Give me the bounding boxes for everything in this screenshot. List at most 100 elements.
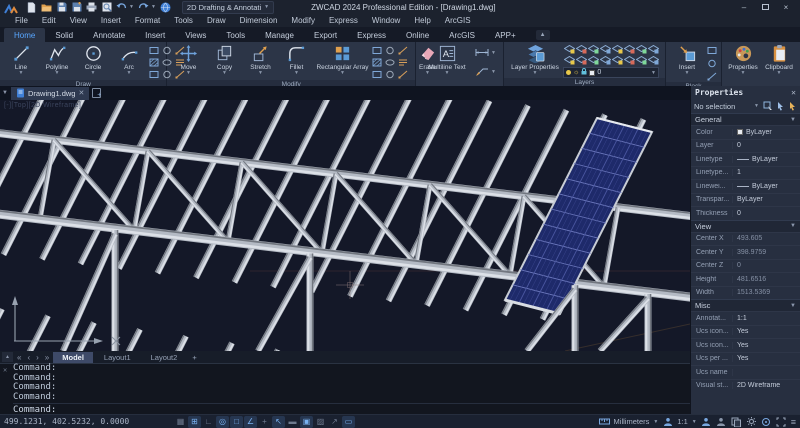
layer-dropdown[interactable]: ☼ 0 ▼ <box>563 67 659 78</box>
grid-toggle[interactable]: ▦ <box>174 416 187 428</box>
modify-tool-icon[interactable] <box>396 56 409 68</box>
layer-tool-icon[interactable] <box>623 44 635 55</box>
rectangular-array-button[interactable]: Rectangular Array▼ <box>314 43 370 76</box>
stretch-button[interactable]: Stretch▼ <box>242 43 278 76</box>
selection-dropdown[interactable]: No selection <box>694 102 735 111</box>
block-edit-icon[interactable] <box>705 44 718 56</box>
ribbon-tab-annotate[interactable]: Annotate <box>83 28 135 42</box>
modify-tool-icon[interactable] <box>383 44 396 56</box>
leader-row[interactable]: ▼ <box>475 63 496 81</box>
first-tab-icon[interactable]: « <box>15 353 23 362</box>
property-value[interactable]: ByLayer <box>733 129 800 136</box>
layout-tab-model[interactable]: Model <box>53 352 93 363</box>
ribbon-tab-views[interactable]: Views <box>175 28 216 42</box>
property-value[interactable]: Yes <box>733 342 800 349</box>
undo-icon[interactable] <box>116 2 127 13</box>
layer-tool-icon[interactable] <box>611 55 623 66</box>
doc-tab-menu-icon[interactable]: ▼ <box>2 90 8 96</box>
properties-button[interactable]: Properties▼ <box>725 43 761 76</box>
menu-window[interactable]: Window <box>365 16 407 25</box>
close-icon[interactable]: ✕ <box>791 88 796 97</box>
esnap-toggle[interactable]: □ <box>230 416 243 428</box>
new-document-icon[interactable] <box>92 88 101 98</box>
lineweight-toggle[interactable]: ▬ <box>286 416 299 428</box>
annotation-scale-value[interactable]: 1:1 <box>677 417 687 426</box>
cursor-toggle[interactable]: ↖ <box>272 416 285 428</box>
modify-tool-icon[interactable] <box>396 68 409 80</box>
last-tab-icon[interactable]: » <box>43 353 51 362</box>
section-header-misc[interactable]: Misc▼ <box>691 299 800 311</box>
menu-edit[interactable]: Edit <box>35 16 63 25</box>
menu-view[interactable]: View <box>63 16 94 25</box>
ribbon-tab-home[interactable]: Home <box>4 28 45 42</box>
modify-tool-icon[interactable] <box>370 44 383 56</box>
status-menu-icon[interactable]: ≡ <box>791 417 796 427</box>
dyn-input-toggle[interactable]: + <box>258 416 271 428</box>
select-objects-icon[interactable] <box>775 101 785 111</box>
property-value[interactable]: ByLayer <box>733 183 800 190</box>
draw-tool-icon[interactable] <box>147 56 160 68</box>
property-value[interactable]: 0 <box>733 142 800 149</box>
property-value[interactable]: Yes <box>733 355 800 362</box>
expand-command-icon[interactable]: ▲ <box>2 352 13 362</box>
layer-tool-icon[interactable] <box>563 55 575 66</box>
property-value[interactable]: 398.9759 <box>733 249 800 256</box>
save-as-icon[interactable] <box>71 2 82 13</box>
ribbon-tab-export[interactable]: Export <box>304 28 347 42</box>
auto-annotation-icon[interactable] <box>716 416 727 427</box>
property-value[interactable]: Yes <box>733 328 800 335</box>
close-command-icon[interactable]: ✕ <box>3 366 7 374</box>
modify-tool-icon[interactable] <box>383 56 396 68</box>
property-value[interactable]: 0 <box>733 262 800 269</box>
viewport-controls-label[interactable]: [-][Top][2D Wireframe] <box>4 102 81 109</box>
section-header-view[interactable]: View▼ <box>691 220 800 232</box>
multiline-text-button[interactable]: AMultiline Text▼ <box>419 43 475 76</box>
toggle-pickadd-icon[interactable] <box>787 101 797 111</box>
units-label[interactable]: Millimeters <box>614 417 650 426</box>
property-value[interactable]: 481.6516 <box>733 276 800 283</box>
dimension-row[interactable]: ▼ <box>475 44 496 62</box>
quick-select-icon[interactable] <box>763 101 773 111</box>
layout-tab-layout1[interactable]: Layout1 <box>95 352 140 363</box>
layer-tool-icon[interactable] <box>647 44 659 55</box>
clipboard-button[interactable]: Clipboard▼ <box>761 43 797 76</box>
annotation-monitor-toggle[interactable]: ↗ <box>328 416 341 428</box>
selection-cycling-toggle[interactable]: ▣ <box>300 416 313 428</box>
menu-dimension[interactable]: Dimension <box>233 16 285 25</box>
draw-tool-icon[interactable] <box>147 68 160 80</box>
prev-tab-icon[interactable]: ‹ <box>25 353 32 362</box>
ribbon-tab-app[interactable]: APP+ <box>485 28 526 42</box>
switch-workspace-icon[interactable] <box>731 416 742 427</box>
property-value[interactable]: 1 <box>733 169 800 176</box>
modify-tool-icon[interactable] <box>370 68 383 80</box>
menu-draw[interactable]: Draw <box>200 16 233 25</box>
layout-tab-layout2[interactable]: Layout2 <box>142 352 187 363</box>
insert-button[interactable]: Insert▼ <box>669 43 705 76</box>
layer-tool-icon[interactable] <box>587 44 599 55</box>
close-button[interactable]: × <box>776 1 796 13</box>
ribbon-tab-tools[interactable]: Tools <box>216 28 255 42</box>
menu-arcgis[interactable]: ArcGIS <box>438 16 478 25</box>
layer-tool-icon[interactable] <box>635 55 647 66</box>
open-file-icon[interactable] <box>41 2 52 13</box>
close-icon[interactable]: ✕ <box>78 89 84 97</box>
block-define-icon[interactable] <box>705 70 718 82</box>
copy-button[interactable]: Copy▼ <box>206 43 242 76</box>
ribbon-tab-online[interactable]: Online <box>396 28 439 42</box>
units-icon[interactable] <box>599 416 610 427</box>
etrack-toggle[interactable]: ∠ <box>244 416 257 428</box>
maximize-button[interactable] <box>755 1 775 13</box>
ribbon-tab-solid[interactable]: Solid <box>45 28 83 42</box>
layer-tool-icon[interactable] <box>575 55 587 66</box>
modify-tool-icon[interactable] <box>370 56 383 68</box>
workspace-switcher[interactable]: 2D Drafting & Annotati ▼ <box>182 1 274 14</box>
property-value[interactable]: 2D Wireframe <box>733 382 800 389</box>
property-value[interactable]: ByLayer <box>733 156 800 163</box>
menu-format[interactable]: Format <box>128 16 167 25</box>
cloud-icon[interactable] <box>160 2 171 13</box>
ribbon-collapse-icon[interactable]: ▲ <box>536 30 550 40</box>
draw-tool-icon[interactable] <box>147 44 160 56</box>
drawing-viewport[interactable]: [-][Top][2D Wireframe] <box>0 100 690 351</box>
ribbon-tab-arcgis[interactable]: ArcGIS <box>439 28 485 42</box>
layer-tool-icon[interactable] <box>623 55 635 66</box>
